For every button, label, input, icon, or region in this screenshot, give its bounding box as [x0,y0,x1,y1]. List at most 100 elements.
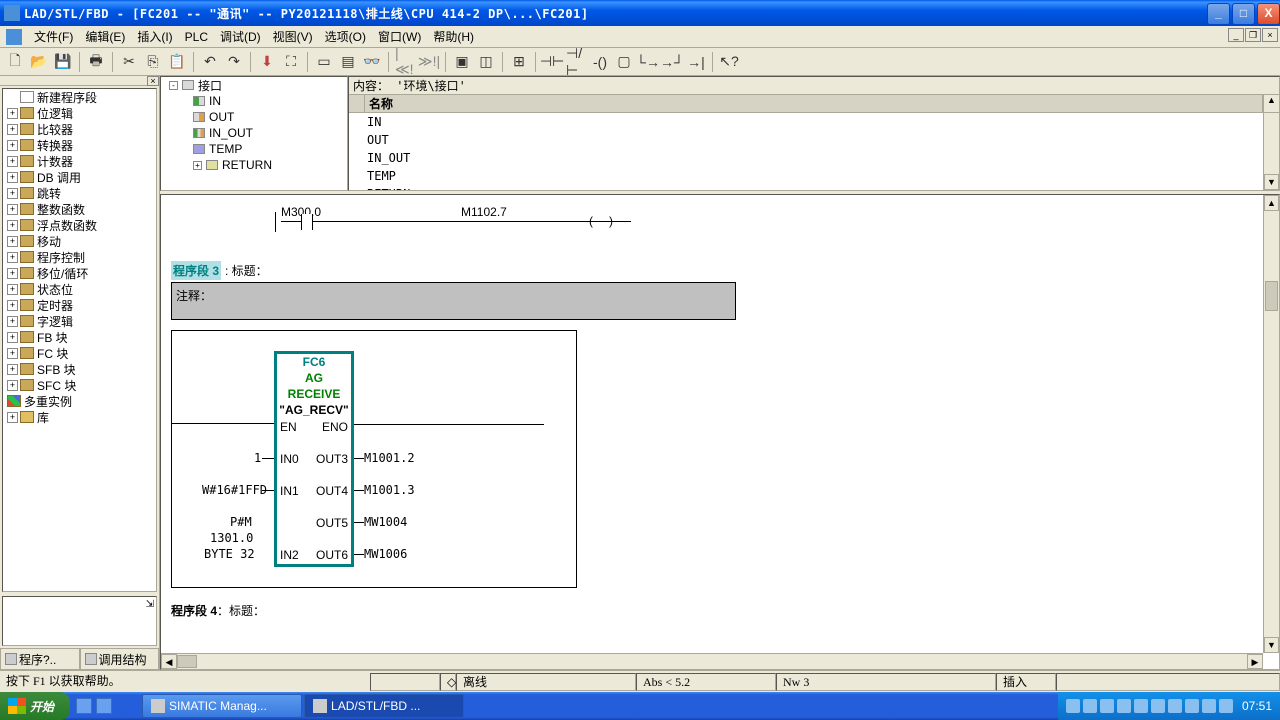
expand-icon[interactable]: + [7,268,18,279]
contact-no-button[interactable]: ⊣⊢ [541,51,563,73]
window1-button[interactable]: ▣ [451,51,473,73]
catalog-item[interactable]: +字逻辑 [3,313,156,329]
goto-start-button[interactable]: |≪! [394,51,416,73]
catalog-item[interactable]: +FB 块 [3,329,156,345]
catalog-item[interactable]: +跳转 [3,185,156,201]
param-in-label[interactable]: IN [209,94,221,108]
tray-icon[interactable] [1100,699,1114,713]
tray-icon[interactable] [1168,699,1182,713]
param-temp-label[interactable]: TEMP [209,142,242,156]
start-button[interactable]: 开始 [0,692,70,720]
scroll-down-icon[interactable]: ▼ [1264,637,1279,653]
catalog-item[interactable]: +定时器 [3,297,156,313]
expand-icon[interactable]: + [7,316,18,327]
scroll-right-icon[interactable]: ▶ [1247,654,1263,669]
tray-icon[interactable] [1202,699,1216,713]
menu-help[interactable]: 帮助(H) [427,26,480,47]
catalog-item[interactable]: +SFC 块 [3,377,156,393]
expand-icon[interactable]: + [7,380,18,391]
expand-icon[interactable]: + [7,108,18,119]
code-editor[interactable]: M300.0 M1102.7 程序段 3 : 标题： 注释： [160,194,1280,670]
catalog-item[interactable]: +转换器 [3,137,156,153]
catalog-tree[interactable]: 新建程序段+位逻辑+比较器+转换器+计数器+DB 调用+跳转+整数函数+浮点数函… [2,88,157,592]
hscroll-thumb[interactable] [177,655,197,668]
fbd-network-3[interactable]: FC6 AG RECEIVE "AG_RECV" ENENO IN0OUT3 I… [171,330,577,588]
catalog-toggle-button[interactable]: ⊞ [508,51,530,73]
detail-button[interactable]: ▤ [337,51,359,73]
branch-up-button[interactable]: →┘ [661,51,683,73]
download-button[interactable]: ⬇ [256,51,278,73]
no-contact-icon[interactable] [301,214,313,230]
glasses-icon[interactable]: 👓 [361,51,383,73]
sidebar-close-button[interactable]: × [147,76,159,86]
print-button[interactable]: 🖶 [85,51,107,73]
clock[interactable]: 07:51 [1242,699,1272,713]
coil-button[interactable]: -() [589,51,611,73]
mdi-close-button[interactable]: × [1262,28,1278,42]
name-column-header[interactable]: 名称 [365,95,1263,112]
mdi-restore-button[interactable]: ❐ [1245,28,1261,42]
undo-button[interactable]: ↶ [199,51,221,73]
param-inout-label[interactable]: IN_OUT [209,126,253,140]
expand-icon[interactable]: + [7,204,18,215]
menu-view[interactable]: 视图(V) [267,26,319,47]
input-in0-value[interactable]: 1 [254,451,261,465]
code-hscroll[interactable]: ◀ ▶ [161,653,1263,669]
input-in2-l2[interactable]: 1301.0 [210,531,253,545]
expand-icon[interactable]: + [7,348,18,359]
param-out-label[interactable]: OUT [209,110,234,124]
catalog-item[interactable]: +浮点数函数 [3,217,156,233]
expand-icon[interactable]: + [7,236,18,247]
new-button[interactable]: 🗋 [4,51,26,73]
network-3-comment[interactable]: 注释： [171,282,736,320]
catalog-item[interactable]: +DB 调用 [3,169,156,185]
redo-button[interactable]: ↷ [223,51,245,73]
catalog-item[interactable]: +程序控制 [3,249,156,265]
expand-icon[interactable]: + [7,156,18,167]
expand-icon[interactable]: + [193,161,202,170]
catalog-item[interactable]: +状态位 [3,281,156,297]
interface-tree[interactable]: -接口 IN OUT IN_OUT TEMP +RETURN [160,76,348,191]
tray-icon[interactable] [1117,699,1131,713]
catalog-item[interactable]: +SFB 块 [3,361,156,377]
expand-icon[interactable]: + [7,284,18,295]
input-in1-value[interactable]: W#16#1FFD [202,483,267,497]
context-help-button[interactable]: ↖? [718,51,740,73]
branch-close-button[interactable]: →| [685,51,707,73]
output-out4-value[interactable]: M1001.3 [364,483,415,497]
scroll-left-icon[interactable]: ◀ [161,654,177,669]
network-4-header[interactable]: 程序段 4：标题： [171,602,1269,619]
expand-icon[interactable]: + [7,252,18,263]
tray-icon[interactable] [1185,699,1199,713]
cut-button[interactable]: ✂ [118,51,140,73]
goto-end-button[interactable]: ≫!| [418,51,440,73]
scroll-up-button[interactable]: ▲ [1263,95,1279,112]
catalog-item[interactable]: +库 [3,409,156,425]
fc6-block[interactable]: FC6 AG RECEIVE "AG_RECV" ENENO IN0OUT3 I… [274,351,354,567]
interface-list-row[interactable]: IN [349,113,1279,131]
tray-icon[interactable] [1219,699,1233,713]
scroll-up-icon[interactable]: ▲ [1264,195,1279,211]
monitor-button[interactable]: ⛶ [280,51,302,73]
minimize-button[interactable]: _ [1207,3,1230,25]
menu-window[interactable]: 窗口(W) [372,26,427,47]
pin-icon[interactable]: ⇲ [146,599,154,610]
catalog-item[interactable]: +FC 块 [3,345,156,361]
contact-nc-button[interactable]: ⊣/⊢ [565,51,587,73]
menu-debug[interactable]: 调试(D) [214,26,267,47]
coil-icon[interactable] [591,214,611,230]
expand-icon[interactable]: + [7,364,18,375]
catalog-item[interactable]: +移位/循环 [3,265,156,281]
output-out6-value[interactable]: MW1006 [364,547,407,561]
interface-list-row[interactable]: OUT [349,131,1279,149]
interface-list-row[interactable]: TEMP [349,167,1279,185]
open-button[interactable]: 📂 [28,51,50,73]
mdi-minimize-button[interactable]: _ [1228,28,1244,42]
code-vscroll[interactable]: ▲ ▼ [1263,195,1279,653]
output-out5-value[interactable]: MW1004 [364,515,407,529]
quicklaunch-icon[interactable] [76,698,92,714]
expand-icon[interactable]: - [169,81,178,90]
expand-icon[interactable]: + [7,412,18,423]
tray-icon[interactable] [1151,699,1165,713]
catalog-item[interactable]: +整数函数 [3,201,156,217]
